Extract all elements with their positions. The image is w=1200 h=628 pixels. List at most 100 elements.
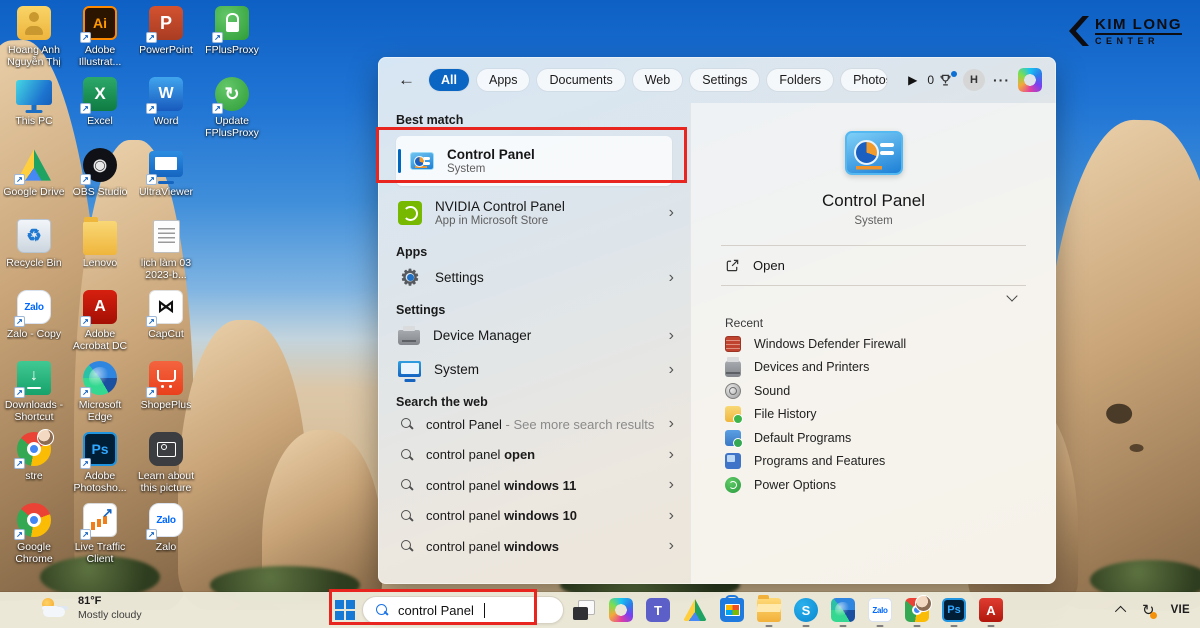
taskbar-zalo-button[interactable] bbox=[868, 598, 892, 622]
chevron-right-icon[interactable]: › bbox=[667, 362, 676, 378]
desktop-icon[interactable]: ↗ Update FPlusProxy bbox=[200, 73, 264, 144]
recent-item-label: Devices and Printers bbox=[754, 360, 869, 374]
recent-item[interactable]: Windows Defender Firewall bbox=[691, 332, 1056, 356]
taskbar-microsoft-store-button[interactable] bbox=[720, 598, 744, 622]
running-indicator bbox=[840, 625, 847, 628]
result-nvidia-control-panel[interactable]: NVIDIA Control Panel App in Microsoft St… bbox=[378, 191, 690, 235]
web-suggestion-row[interactable]: control panel windows 11 › bbox=[378, 470, 690, 501]
chevron-right-icon[interactable]: › bbox=[667, 447, 676, 463]
tray-chevron-up-icon[interactable] bbox=[1115, 606, 1126, 617]
taskbar-search-input[interactable]: control Panel bbox=[362, 596, 564, 624]
sync-tray-icon[interactable]: ↻ bbox=[1142, 603, 1155, 618]
shortcut-arrow-icon: ↗ bbox=[212, 103, 223, 114]
recent-item[interactable]: Sound bbox=[691, 379, 1056, 403]
chevron-down-icon bbox=[1006, 290, 1017, 301]
desktop-icon[interactable]: ↗ Adobe Acrobat DC bbox=[68, 286, 132, 357]
taskbar-google-drive-button[interactable] bbox=[683, 598, 707, 622]
recent-item[interactable]: Power Options bbox=[691, 473, 1056, 497]
rewards-count: 0 bbox=[927, 73, 934, 87]
taskbar-chrome-photo-button[interactable] bbox=[905, 598, 929, 622]
desktop-icon[interactable]: ↗ lịch làm 03 2023-b... bbox=[134, 215, 198, 286]
desktop-icon[interactable]: ↗ Hoang Anh Nguyễn Thị bbox=[2, 2, 66, 73]
desktop-icon[interactable]: ↗ Zalo - Copy bbox=[2, 286, 66, 357]
desktop-icon[interactable]: ↗ Live Traffic Client bbox=[68, 499, 132, 570]
ultraviewer-icon bbox=[149, 151, 183, 177]
search-filter-tab[interactable]: Web bbox=[633, 69, 682, 91]
rewards-badge[interactable]: 0 bbox=[927, 73, 955, 88]
language-indicator[interactable]: VIE bbox=[1171, 604, 1190, 616]
desktop-icon[interactable]: ↗ Downloads - Shortcut bbox=[2, 357, 66, 428]
recent-item[interactable]: Devices and Printers bbox=[691, 356, 1056, 380]
desktop-icon[interactable]: ↗ Adobe Illustrat... bbox=[68, 2, 132, 73]
desktop-icon[interactable]: ↗ CapCut bbox=[134, 286, 198, 357]
taskbar-task-view-button[interactable] bbox=[572, 598, 596, 622]
power-options-icon bbox=[725, 477, 741, 493]
result-settings-app[interactable]: Settings › bbox=[378, 262, 690, 293]
taskbar-weather-widget[interactable]: 81°F Mostly cloudy bbox=[40, 595, 142, 621]
taskbar-edge-button[interactable] bbox=[831, 598, 855, 622]
search-filter-tab[interactable]: Photos bbox=[841, 69, 887, 91]
search-filter-tab[interactable]: All bbox=[429, 69, 469, 91]
desktop-icon[interactable]: ↗ Recycle Bin bbox=[2, 215, 66, 286]
weather-condition: Mostly cloudy bbox=[78, 609, 142, 622]
desktop-icon[interactable]: ↗ OBS Studio bbox=[68, 144, 132, 215]
web-suggestion-row[interactable]: control Panel - See more search results … bbox=[378, 409, 690, 440]
taskbar-teams-button[interactable] bbox=[646, 598, 670, 622]
desktop-icon[interactable]: ↗ Microsoft Edge bbox=[68, 357, 132, 428]
search-filter-tab[interactable]: Folders bbox=[767, 69, 833, 91]
result-device-manager[interactable]: Device Manager › bbox=[378, 320, 690, 351]
desktop-icon[interactable]: ↗ Lenovo bbox=[68, 215, 132, 286]
open-action[interactable]: Open bbox=[691, 246, 1056, 285]
desktop-icon[interactable]: ↗ Word bbox=[134, 73, 198, 144]
chevron-right-icon[interactable]: › bbox=[667, 328, 676, 344]
more-options-icon[interactable]: ··· bbox=[993, 72, 1010, 88]
taskbar-file-explorer-button[interactable] bbox=[757, 598, 781, 622]
play-icon[interactable]: ▶ bbox=[906, 73, 919, 87]
desktop-icon[interactable]: ↗ Zalo bbox=[134, 499, 198, 570]
start-button-windows-icon[interactable] bbox=[334, 599, 356, 621]
desktop-icon[interactable]: ↗ FPlusProxy bbox=[200, 2, 264, 73]
copilot-icon[interactable] bbox=[1018, 68, 1042, 92]
taskbar-skype-button[interactable] bbox=[794, 598, 818, 622]
expand-actions[interactable] bbox=[721, 285, 1026, 306]
search-filter-tab[interactable]: Documents bbox=[537, 69, 624, 91]
web-suggestion-row[interactable]: control panel windows 10 › bbox=[378, 501, 690, 532]
chevron-right-icon[interactable]: › bbox=[667, 416, 676, 432]
account-avatar[interactable]: H bbox=[963, 69, 985, 91]
desktop-icon[interactable]: ↗ Google Drive bbox=[2, 144, 66, 215]
desktop-icon[interactable]: ↗ stre bbox=[2, 428, 66, 499]
result-system[interactable]: System › bbox=[378, 354, 690, 385]
desktop-icon-label: Live Traffic Client bbox=[68, 541, 132, 566]
back-arrow-icon[interactable]: ← bbox=[392, 70, 421, 90]
web-suggestion-row[interactable]: control panel windows › bbox=[378, 531, 690, 562]
best-match-result-control-panel[interactable]: Control Panel System bbox=[396, 136, 672, 186]
taskbar-copilot-button[interactable] bbox=[609, 598, 633, 622]
desktop-icon[interactable]: ↗ Google Chrome bbox=[2, 499, 66, 570]
result-subtitle: App in Microsoft Store bbox=[435, 215, 654, 227]
desktop-icon[interactable]: ↗ Adobe Photosho... bbox=[68, 428, 132, 499]
recent-item[interactable]: File History bbox=[691, 403, 1056, 427]
chevron-right-icon[interactable]: › bbox=[667, 205, 676, 221]
desktop-icon[interactable]: ↗ This PC bbox=[2, 73, 66, 144]
taskbar-photoshop-button[interactable] bbox=[942, 598, 966, 622]
chevron-right-icon[interactable]: › bbox=[667, 270, 676, 286]
desktop-icon[interactable]: ↗ Excel bbox=[68, 73, 132, 144]
web-suggestions: control Panel - See more search results … bbox=[378, 409, 690, 562]
desktop-icon[interactable]: ↗ PowerPoint bbox=[134, 2, 198, 73]
running-indicator bbox=[951, 625, 958, 628]
search-filter-tab[interactable]: Apps bbox=[477, 69, 530, 91]
taskbar-adobe-button[interactable] bbox=[979, 598, 1003, 622]
desktop-icon-label: OBS Studio bbox=[73, 186, 128, 198]
chevron-right-icon[interactable]: › bbox=[667, 538, 676, 554]
recent-item[interactable]: Default Programs bbox=[691, 426, 1056, 450]
web-suggestion-row[interactable]: control panel open › bbox=[378, 440, 690, 471]
search-filter-tab[interactable]: Settings bbox=[690, 69, 759, 91]
adobe-icon bbox=[979, 598, 1003, 622]
chevron-right-icon[interactable]: › bbox=[667, 477, 676, 493]
desktop-icon[interactable]: ↗ ShopePlus bbox=[134, 357, 198, 428]
chevron-right-icon[interactable]: › bbox=[667, 508, 676, 524]
teams-icon bbox=[646, 598, 670, 622]
desktop-icon[interactable]: ↗ UltraViewer bbox=[134, 144, 198, 215]
recent-item[interactable]: Programs and Features bbox=[691, 450, 1056, 474]
desktop-icon[interactable]: ↗ Learn about this picture bbox=[134, 428, 198, 499]
